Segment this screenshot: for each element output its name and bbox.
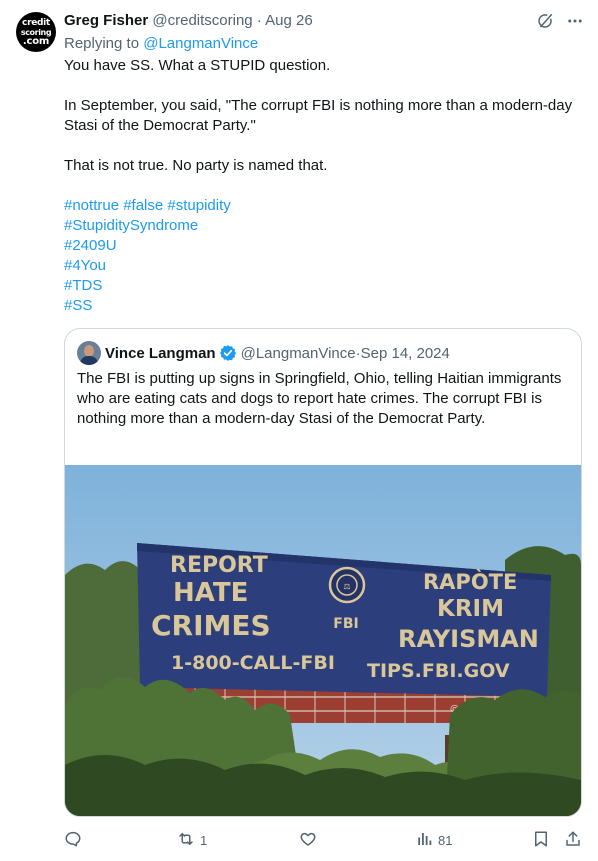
author-name[interactable]: Greg Fisher [64,12,148,29]
billboard-line: RAYISMAN [398,625,539,653]
billboard-phone: 1-800-CALL-FBI [171,652,335,674]
billboard-website: TIPS.FBI.GOV [367,660,510,682]
tweet-date[interactable]: Aug 26 [265,12,313,29]
quote-header: Vince Langman @LangmanVince · Sep 14, 20… [77,341,450,365]
quote-handle[interactable]: @LangmanVince [241,345,356,362]
header-separator: · [252,12,266,29]
replying-handle-link[interactable]: @LangmanVince [143,35,258,52]
tweet-header: Greg Fisher @creditscoring · Aug 26 [64,11,313,31]
quote-text: The FBI is putting up signs in Springfie… [77,370,562,427]
quote-avatar[interactable] [77,341,101,365]
grok-icon[interactable] [536,12,554,35]
verified-icon [219,344,237,362]
quote-author-name[interactable]: Vince Langman [105,345,216,362]
share-button[interactable] [564,826,582,854]
author-handle[interactable]: @creditscoring [152,12,252,29]
hashtag-line[interactable]: #4You [64,256,580,276]
replying-to: Replying to @LangmanVince [64,34,258,54]
author-avatar[interactable]: credit scoring .com [16,12,56,52]
tweet-paragraph: You have SS. What a STUPID question. [64,57,331,74]
billboard-line: HATE [173,578,248,608]
hashtag-line[interactable]: #nottrue #false #stupidity [64,196,580,216]
views-icon [416,830,434,851]
hashtag-line[interactable]: #TDS [64,276,580,296]
tweet-body: You have SS. What a STUPID question. In … [64,56,580,316]
avatar-text-line: .com [22,35,50,47]
quote-date[interactable]: Sep 14, 2024 [361,345,450,362]
share-icon [564,830,582,851]
billboard-line: KRIM [437,596,504,622]
reply-button[interactable] [64,826,82,854]
bookmark-button[interactable] [532,826,550,854]
tweet-paragraph: That is not true. No party is named that… [64,157,328,174]
more-icon[interactable] [566,12,584,35]
billboard-line: CRIMES [151,609,271,642]
billboard-photo[interactable]: ⚖ FBI REPORT HATE CRIMES 1-800-CALL-FBI … [65,465,581,816]
hashtag-line[interactable]: #StupiditySyndrome [64,216,580,236]
billboard-line: REPORT [170,553,268,578]
retweet-icon [176,830,196,851]
quoted-tweet[interactable]: Vince Langman @LangmanVince · Sep 14, 20… [64,328,582,817]
retweet-count: 1 [200,832,208,848]
views-button[interactable]: 81 [416,826,452,854]
like-button[interactable] [299,826,317,854]
avatar-text-line: credit [22,17,50,28]
billboard-line: RAPÒTE [423,569,517,594]
tweet-actions: 1 81 [64,826,586,854]
header-icons [536,12,584,35]
tweet-paragraph: In September, you said, "The corrupt FBI… [64,97,573,134]
retweet-button[interactable]: 1 [176,826,207,854]
hashtag-line[interactable]: #SS [64,296,580,316]
replying-prefix: Replying to [64,35,144,52]
like-icon [299,830,317,851]
views-count: 81 [438,832,453,848]
hashtag-line[interactable]: #2409U [64,236,580,256]
svg-text:⚖: ⚖ [343,582,350,591]
reply-icon [64,830,82,851]
bookmark-icon [532,830,550,851]
billboard-seal-label: FBI [333,616,358,632]
